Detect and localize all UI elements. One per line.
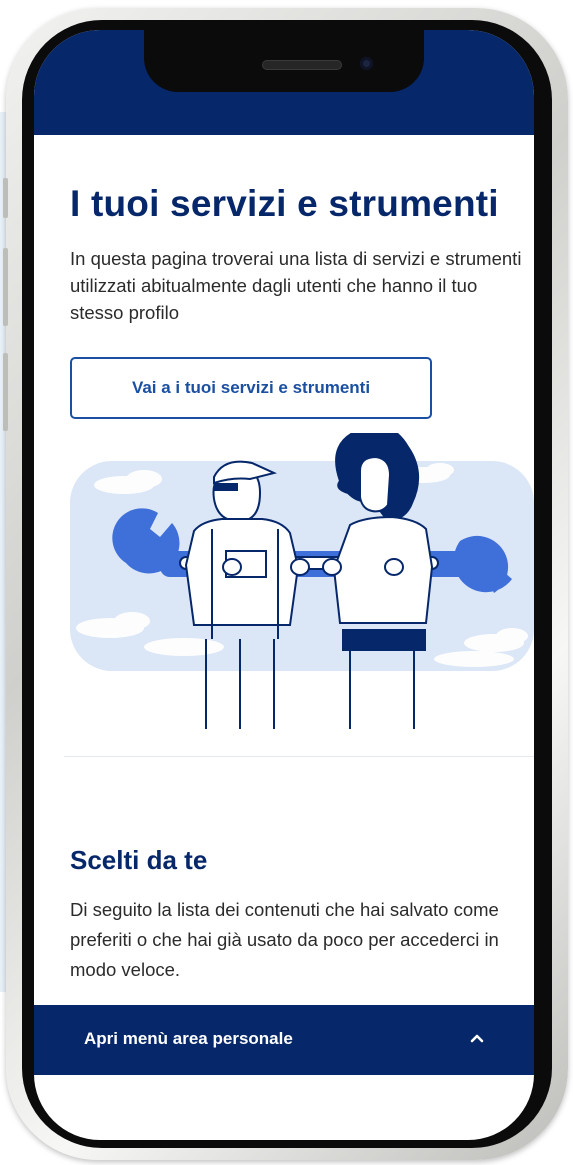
phone-side-button [3,248,8,326]
status-bar [34,30,534,135]
phone-screen: I tuoi servizi e strumenti In questa pag… [34,30,534,1140]
menu-label: Apri menù area personale [84,1029,293,1048]
page-title: I tuoi servizi e strumenti [70,183,499,224]
section-divider [64,756,534,757]
page-intro: In questa pagina troverai una lista di s… [70,248,522,323]
wrench-workers-illustration [70,433,534,729]
phone-frame: I tuoi servizi e strumenti In questa pag… [3,8,568,1160]
phone-side-button [3,178,8,218]
services-tools-button[interactable]: Vai a i tuoi servizi e strumenti [70,357,432,419]
saved-section-text: Di seguito la lista dei contenuti che ha… [70,899,499,980]
speaker-grille [262,60,342,70]
front-camera [360,57,373,70]
chevron-up-icon [470,1034,484,1043]
personal-area-menu-toggle[interactable]: Apri menù area personale [34,1005,534,1075]
saved-section-title: Scelti da te [70,845,208,875]
phone-side-button [3,353,8,431]
woman-figure [322,433,434,729]
phone-notch [144,30,424,92]
